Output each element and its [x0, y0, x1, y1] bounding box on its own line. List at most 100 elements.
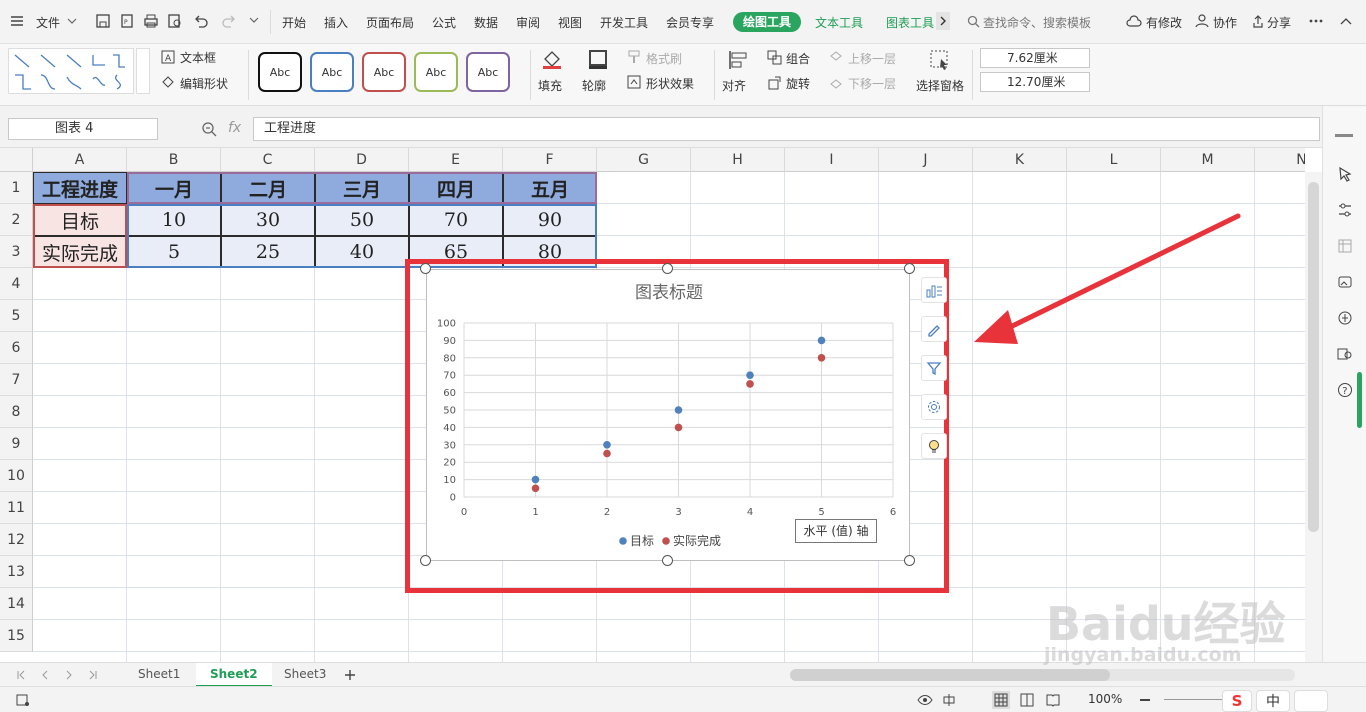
eye-protection-icon[interactable]	[916, 692, 934, 708]
reader-icon[interactable]	[1335, 344, 1355, 364]
select-all-corner[interactable]	[0, 148, 33, 172]
image-tools-icon[interactable]	[1335, 272, 1355, 292]
pointer-icon[interactable]	[1335, 164, 1355, 184]
zoom-slider[interactable]	[1164, 699, 1224, 700]
menu-member[interactable]: 会员专享	[666, 14, 714, 31]
gallery-scroll[interactable]	[136, 48, 150, 94]
chart-smart-button[interactable]	[921, 433, 947, 459]
normal-view-icon[interactable]	[992, 691, 1010, 709]
row-header-9[interactable]: 9	[0, 428, 33, 460]
last-sheet-icon[interactable]	[86, 668, 100, 682]
search-icon[interactable]	[966, 14, 980, 28]
input-mode-icon[interactable]	[940, 692, 962, 708]
chart-filter-button[interactable]	[921, 355, 947, 381]
night-mode-button[interactable]	[1294, 690, 1328, 712]
column-header-g[interactable]: G	[597, 148, 691, 172]
shape-style-5[interactable]: Abc	[466, 52, 510, 92]
menu-formulas[interactable]: 公式	[432, 14, 456, 31]
row-header-1[interactable]: 1	[0, 172, 33, 204]
chart-settings-button[interactable]	[921, 394, 947, 420]
row-header-12[interactable]: 12	[0, 524, 33, 556]
column-header-e[interactable]: E	[409, 148, 503, 172]
row-header-4[interactable]: 4	[0, 268, 33, 300]
tab-drawing-tools[interactable]: 绘图工具	[733, 12, 802, 32]
h-scroll-thumb[interactable]	[790, 669, 1110, 681]
column-header-j[interactable]: J	[879, 148, 973, 172]
column-header-k[interactable]: K	[973, 148, 1067, 172]
chart-title[interactable]: 图表标题	[635, 283, 703, 303]
shape-style-3[interactable]: Abc	[362, 52, 406, 92]
file-menu[interactable]: 文件	[36, 14, 60, 31]
name-box[interactable]: 图表 4	[8, 118, 158, 140]
resize-handle-top[interactable]	[662, 263, 673, 274]
command-search[interactable]: 查找命令、搜索模板	[983, 14, 1091, 31]
column-header-f[interactable]: F	[503, 148, 597, 172]
tab-sheet1[interactable]: Sheet1	[124, 663, 194, 687]
style-gallery-expand[interactable]	[514, 52, 526, 92]
shape-width-input[interactable]: 12.70厘米	[980, 72, 1090, 92]
fx-icon[interactable]: fx	[228, 120, 241, 136]
help-icon[interactable]: ?	[1335, 380, 1355, 400]
zoom-icon[interactable]	[200, 120, 218, 138]
edit-shape-button[interactable]: 编辑形状	[180, 75, 228, 92]
fill-button[interactable]: 填充	[538, 77, 562, 94]
resize-handle-tr[interactable]	[904, 263, 915, 274]
tab-text-tools[interactable]: 文本工具	[815, 14, 863, 31]
column-header-a[interactable]: A	[33, 148, 127, 172]
row-header-2[interactable]: 2	[0, 204, 33, 236]
share-icon[interactable]	[1250, 14, 1266, 28]
row-header-15[interactable]: 15	[0, 620, 33, 652]
x-axis-ticks[interactable]: 0 1 2 3 4 5 6	[461, 507, 896, 518]
sliders-icon[interactable]	[1335, 200, 1355, 220]
column-header-m[interactable]: M	[1161, 148, 1255, 172]
row-header-14[interactable]: 14	[0, 588, 33, 620]
rotate-button[interactable]: 旋转	[786, 75, 810, 92]
chart-elements-button[interactable]	[921, 277, 947, 303]
redo-icon[interactable]	[220, 12, 238, 30]
menu-view[interactable]: 视图	[558, 14, 582, 31]
collaborate-icon[interactable]	[1194, 14, 1210, 28]
textbox-button[interactable]: 文本框	[180, 49, 216, 66]
save-icon[interactable]	[94, 12, 112, 30]
column-header-i[interactable]: I	[785, 148, 879, 172]
share-button[interactable]: 分享	[1267, 14, 1291, 31]
location-icon[interactable]	[1335, 308, 1355, 328]
undo-icon[interactable]	[192, 12, 210, 30]
hamburger-icon[interactable]	[10, 14, 24, 28]
zoom-out-icon[interactable]	[1140, 699, 1150, 701]
column-header-n[interactable]: N	[1255, 148, 1305, 172]
tab-chart-tools[interactable]: 图表工具	[886, 14, 934, 31]
rail-collapse[interactable]	[1335, 134, 1353, 137]
menu-review[interactable]: 审阅	[516, 14, 540, 31]
y-axis-ticks[interactable]: 0 10 20 30 40 50 60 70 80 90 100	[437, 319, 456, 504]
collapse-ribbon-icon[interactable]	[1338, 14, 1354, 28]
outline-button[interactable]: 轮廓	[582, 77, 606, 94]
menu-developer[interactable]: 开发工具	[600, 14, 648, 31]
menu-insert[interactable]: 插入	[324, 14, 348, 31]
row-header-11[interactable]: 11	[0, 492, 33, 524]
shape-style-4[interactable]: Abc	[414, 52, 458, 92]
formula-input[interactable]: 工程进度	[253, 117, 1320, 141]
resize-handle-tl[interactable]	[420, 263, 431, 274]
tab-sheet2[interactable]: Sheet2	[196, 663, 272, 687]
resize-handle-br[interactable]	[904, 555, 915, 566]
column-header-h[interactable]: H	[691, 148, 785, 172]
first-sheet-icon[interactable]	[14, 668, 28, 682]
shape-height-input[interactable]: 7.62厘米	[980, 48, 1090, 68]
shape-style-2[interactable]: Abc	[310, 52, 354, 92]
chart-legend[interactable]: 目标 实际完成	[619, 533, 721, 548]
horizontal-scrollbar[interactable]	[790, 669, 1295, 681]
chevron-right-icon[interactable]	[936, 12, 950, 30]
chevron-down-icon[interactable]	[66, 15, 78, 27]
shape-style-1[interactable]: Abc	[258, 52, 302, 92]
group-button[interactable]: 组合	[786, 50, 810, 67]
resize-handle-bl[interactable]	[420, 555, 431, 566]
menu-home[interactable]: 开始	[282, 14, 306, 31]
add-sheet-icon[interactable]	[342, 667, 358, 683]
table-style-icon[interactable]	[1335, 236, 1355, 256]
more-options-icon[interactable]	[1308, 14, 1324, 28]
menu-page-layout[interactable]: 页面布局	[366, 14, 414, 31]
row-header-6[interactable]: 6	[0, 332, 33, 364]
align-button[interactable]: 对齐	[722, 77, 746, 94]
column-header-b[interactable]: B	[127, 148, 221, 172]
